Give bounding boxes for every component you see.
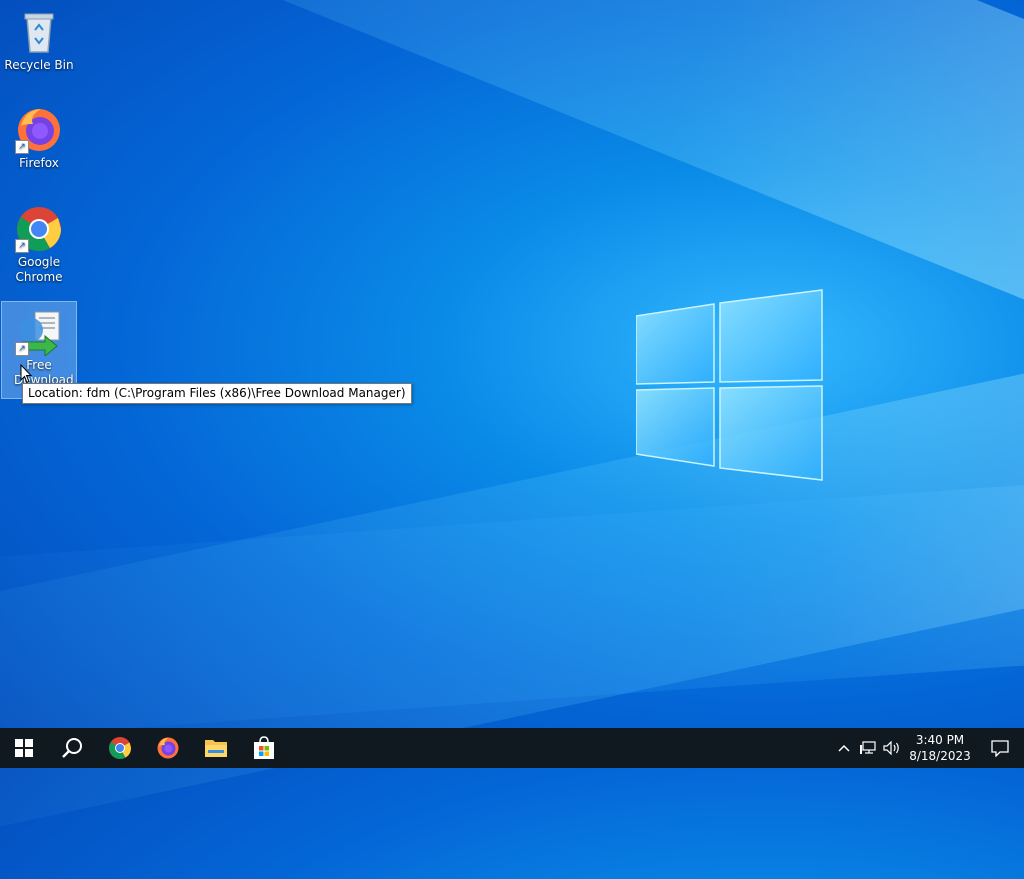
taskbar-file-explorer-button[interactable] bbox=[192, 728, 240, 768]
wallpaper-light-beam bbox=[0, 480, 1024, 758]
firefox-icon bbox=[157, 737, 179, 759]
volume-icon[interactable] bbox=[880, 728, 904, 768]
system-tray: 3:40 PM 8/18/2023 bbox=[832, 728, 1024, 768]
chrome-icon bbox=[109, 737, 131, 759]
folder-icon bbox=[205, 740, 227, 757]
clock-time: 3:40 PM bbox=[915, 733, 965, 747]
taskbar: 3:40 PM 8/18/2023 bbox=[0, 728, 1024, 768]
action-center-button[interactable] bbox=[976, 728, 1024, 768]
notification-icon bbox=[991, 740, 1009, 757]
desktop-icon-label: Firefox bbox=[19, 156, 59, 170]
windows-wallpaper-logo bbox=[636, 289, 823, 481]
wallpaper-light-beam bbox=[0, 362, 1024, 879]
start-button[interactable] bbox=[0, 728, 48, 768]
show-hidden-icons-chevron-icon[interactable] bbox=[832, 728, 856, 768]
desktop-icon-recycle-bin[interactable]: Recycle Bin bbox=[2, 2, 76, 73]
taskbar-chrome-button[interactable] bbox=[96, 728, 144, 768]
store-icon bbox=[254, 736, 274, 759]
shortcut-arrow-icon: ↗ bbox=[15, 342, 29, 356]
clock[interactable]: 3:40 PM 8/18/2023 bbox=[904, 732, 976, 764]
free-download-manager-icon: ↗ bbox=[15, 308, 63, 358]
search-button[interactable] bbox=[48, 728, 96, 768]
search-icon bbox=[62, 738, 82, 758]
desktop-icon-label: Google Chrome bbox=[15, 255, 63, 284]
desktop-icon-firefox[interactable]: ↗ Firefox bbox=[2, 100, 76, 171]
taskbar-microsoft-store-button[interactable] bbox=[240, 728, 288, 768]
desktop-icon-google-chrome[interactable]: ↗ Google Chrome bbox=[2, 199, 76, 285]
mouse-pointer-icon bbox=[20, 364, 32, 384]
chrome-icon: ↗ bbox=[15, 205, 63, 253]
shortcut-arrow-icon: ↗ bbox=[15, 140, 29, 154]
windows-start-icon bbox=[15, 739, 33, 757]
wallpaper-light-beam bbox=[0, 0, 1024, 311]
icon-location-tooltip: Location: fdm (C:\Program Files (x86)\Fr… bbox=[22, 383, 412, 404]
desktop-icon-label: Recycle Bin bbox=[4, 58, 74, 72]
firefox-icon: ↗ bbox=[15, 106, 63, 154]
clock-date: 8/18/2023 bbox=[909, 749, 971, 763]
taskbar-firefox-button[interactable] bbox=[144, 728, 192, 768]
network-icon[interactable] bbox=[856, 728, 880, 768]
shortcut-arrow-icon: ↗ bbox=[15, 239, 29, 253]
recycle-bin-icon bbox=[15, 8, 63, 56]
